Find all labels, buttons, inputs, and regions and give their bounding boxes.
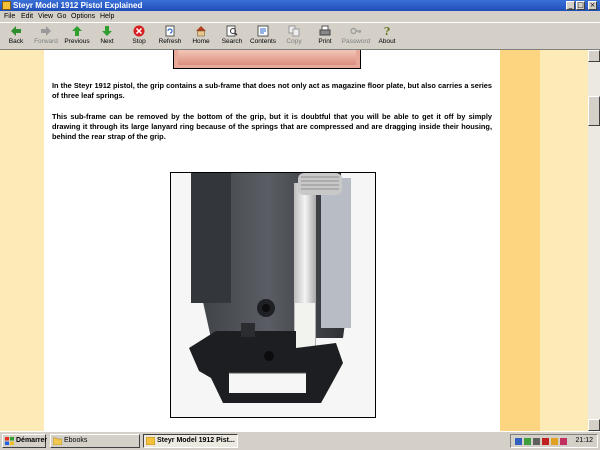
print-label: Print (318, 38, 332, 45)
system-tray: 21:12 (510, 434, 598, 448)
task-steyr-pistol[interactable]: Steyr Model 1912 Pist... (143, 434, 238, 448)
app-icon (2, 1, 11, 10)
refresh-label: Refresh (158, 38, 182, 45)
previous-label: Previous (64, 38, 90, 45)
tray-network-icon[interactable] (515, 438, 522, 445)
home-label: Home (192, 38, 210, 45)
previous-button[interactable]: Previous (61, 25, 93, 49)
previous-arrow-icon (72, 26, 82, 36)
tray-mail-icon[interactable] (560, 438, 567, 445)
task-steyr-label: Steyr Model 1912 Pist... (157, 437, 235, 444)
stop-icon (133, 25, 145, 37)
grip-subframe-illustration (171, 173, 375, 417)
menu-file[interactable]: File (4, 11, 15, 22)
start-button[interactable]: Démarrer (2, 434, 48, 448)
menu-view[interactable]: View (38, 11, 53, 22)
print-button[interactable]: Print (309, 25, 341, 49)
next-arrow-icon (102, 26, 112, 36)
scroll-down-button[interactable] (588, 419, 600, 431)
forward-label: Forward (34, 38, 58, 45)
about-label: About (378, 38, 396, 45)
scroll-thumb[interactable] (588, 96, 600, 126)
contents-label: Contents (249, 38, 277, 45)
menu-help[interactable]: Help (100, 11, 114, 22)
back-arrow-icon (11, 26, 21, 36)
search-button[interactable]: Search (216, 25, 248, 49)
copy-icon (288, 25, 300, 37)
next-label: Next (100, 38, 114, 45)
password-label: Password (341, 38, 371, 45)
menu-options[interactable]: Options (71, 11, 95, 22)
toolbar: Back Forward Previous Next Stop Refresh … (0, 22, 600, 50)
back-button[interactable]: Back (0, 25, 32, 49)
about-button[interactable]: ? About (371, 25, 403, 49)
task-ebooks-label: Ebooks (64, 437, 88, 444)
tray-app-icon[interactable] (524, 438, 531, 445)
svg-text:?: ? (384, 25, 390, 37)
tray-volume-icon[interactable] (533, 438, 540, 445)
menu-go[interactable]: Go (57, 11, 66, 22)
tray-security-icon[interactable] (542, 438, 549, 445)
close-button[interactable]: × (588, 1, 597, 10)
help-book-icon (146, 437, 155, 445)
key-icon (350, 27, 362, 35)
header-banner-image (173, 50, 361, 69)
contents-button[interactable]: Contents (247, 25, 279, 49)
password-button[interactable]: Password (340, 25, 372, 49)
menu-bar: File Edit View Go Options Help (0, 11, 600, 22)
search-label: Search (221, 38, 243, 45)
paragraph-removal: This sub-frame can be removed by the bot… (52, 112, 492, 141)
home-icon (196, 26, 206, 37)
vertical-scrollbar[interactable] (588, 50, 600, 431)
copy-button[interactable]: Copy (278, 25, 310, 49)
content-viewport: In the Steyr 1912 pistol, the grip conta… (0, 50, 588, 431)
grip-subframe-photo (170, 172, 376, 418)
page-body: In the Steyr 1912 pistol, the grip conta… (44, 50, 500, 431)
title-bar: Steyr Model 1912 Pistol Explained _ □ × (0, 0, 600, 11)
scroll-up-button[interactable] (588, 50, 600, 62)
about-icon: ? (384, 25, 390, 37)
refresh-button[interactable]: Refresh (154, 25, 186, 49)
menu-edit[interactable]: Edit (21, 11, 33, 22)
minimize-button[interactable]: _ (566, 1, 575, 10)
maximize-button[interactable]: □ (576, 1, 585, 10)
decorative-stripe (500, 50, 540, 431)
print-icon (319, 25, 331, 36)
back-label: Back (8, 38, 24, 45)
task-ebooks[interactable]: Ebooks (50, 434, 140, 448)
folder-icon (53, 437, 62, 445)
tray-messenger-icon[interactable] (551, 438, 558, 445)
refresh-icon (165, 25, 175, 37)
stop-label: Stop (132, 38, 146, 45)
start-label: Démarrer (16, 437, 48, 444)
next-button[interactable]: Next (91, 25, 123, 49)
paragraph-subframe: In the Steyr 1912 pistol, the grip conta… (52, 81, 492, 100)
stop-button[interactable]: Stop (123, 25, 155, 49)
window-title: Steyr Model 1912 Pistol Explained (13, 1, 143, 10)
forward-arrow-icon (41, 26, 51, 36)
contents-icon (257, 25, 269, 37)
taskbar: Démarrer Ebooks Steyr Model 1912 Pist...… (0, 431, 600, 450)
home-button[interactable]: Home (185, 25, 217, 49)
windows-flag-icon (5, 437, 14, 445)
forward-button[interactable]: Forward (30, 25, 62, 49)
clock: 21:12 (575, 437, 593, 444)
search-icon (226, 25, 238, 37)
copy-label: Copy (286, 38, 302, 45)
